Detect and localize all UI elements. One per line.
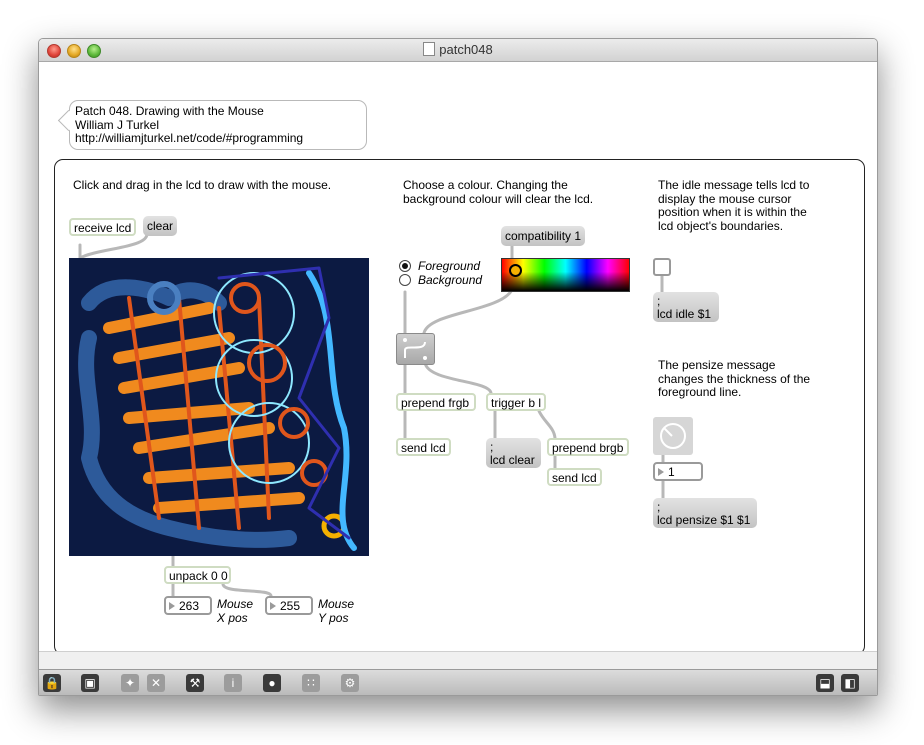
cord-picker-switch	[422, 288, 514, 335]
mouse-x-label: Mouse X pos	[217, 597, 254, 625]
send-lcd-object-1[interactable]: send lcd	[396, 438, 451, 456]
idle-toggle[interactable]	[653, 258, 671, 276]
gear-icon[interactable]: ⚙	[341, 674, 359, 692]
palette-icon[interactable]: ✦	[121, 674, 139, 692]
window-title: patch048	[39, 42, 877, 57]
prepend-brgb-object[interactable]: prepend brgb	[547, 438, 629, 456]
info-icon[interactable]: i	[224, 674, 242, 692]
pensize-number[interactable]: 1	[653, 462, 703, 481]
number-arrow-icon	[270, 602, 276, 610]
stroke-orange	[103, 302, 305, 514]
radio-background[interactable]	[399, 274, 411, 286]
mouse-x-value: 263	[179, 599, 200, 613]
pensize-value: 1	[668, 465, 675, 479]
mouse-x-number[interactable]: 263	[164, 596, 212, 615]
title-bar[interactable]: patch048	[39, 39, 877, 62]
debug-icon[interactable]: ⚒	[186, 674, 204, 692]
picker-cursor[interactable]	[509, 264, 522, 277]
send-lcd-object-2[interactable]: send lcd	[547, 468, 602, 486]
mouse-y-value: 255	[280, 599, 301, 613]
pensize-instruction: The pensize message changes the thicknes…	[658, 358, 811, 399]
lcd-drawing-canvas[interactable]	[69, 258, 369, 556]
lock-icon[interactable]: 🔒	[43, 674, 61, 692]
idle-instruction: The idle message tells lcd to display th…	[658, 178, 810, 233]
lcd-pensize-message[interactable]: ; lcd pensize $1 $1	[653, 498, 757, 528]
unpack-object[interactable]: unpack 0 0	[164, 566, 231, 584]
draw-instruction: Click and drag in the lcd to draw with t…	[73, 178, 332, 192]
lcd-idle-message[interactable]: ; lcd idle $1	[653, 292, 719, 322]
prepend-frgb-object[interactable]: prepend frgb	[396, 393, 476, 411]
compatibility-message[interactable]: compatibility 1	[501, 226, 586, 246]
sidebar-icon[interactable]: ◧	[841, 674, 859, 692]
lcd-drawing	[78, 266, 357, 551]
bottom-panel-icon[interactable]: ⬓	[816, 674, 834, 692]
presentation-icon[interactable]: ▣	[81, 674, 99, 692]
gswitch-object[interactable]	[396, 333, 435, 365]
colour-picker[interactable]	[501, 258, 630, 292]
number-arrow-icon	[658, 468, 664, 476]
mouse-y-number[interactable]: 255	[265, 596, 313, 615]
cord-switch-trigger	[423, 361, 493, 395]
stroke-red-circle-1	[229, 282, 261, 314]
bottom-toolbar: 🔒 ▣ ✦ ✕ ⚒ i ● ∷ ⚙ ⬓ ◧	[39, 669, 877, 695]
radio-background-label: Background	[418, 273, 483, 287]
document-icon	[423, 42, 436, 56]
cord-clear	[78, 232, 149, 260]
canvas-bottom-strip	[39, 651, 877, 669]
stroke-cyan-edge	[306, 270, 357, 551]
mouse-y-label: Mouse Y pos	[318, 597, 355, 625]
colour-instruction: Choose a colour. Changing the background…	[403, 178, 594, 206]
pensize-dial[interactable]	[653, 417, 693, 455]
close-icon[interactable]: ✕	[147, 674, 165, 692]
lcd-clear-message[interactable]: ; lcd clear	[486, 438, 541, 468]
grid-icon[interactable]: ∷	[302, 674, 320, 692]
trigger-object[interactable]: trigger b l	[486, 393, 546, 411]
gswitch-icon	[403, 338, 427, 360]
radio-foreground[interactable]	[399, 260, 411, 272]
connection-icon[interactable]: ●	[263, 674, 281, 692]
window-title-text: patch048	[439, 42, 493, 57]
cord-trigger-brgb	[537, 409, 557, 440]
clear-message[interactable]: clear	[143, 216, 178, 236]
patcher-window: patch048 Patch 048. Drawing with the Mou…	[38, 38, 878, 696]
cord-unpack-y	[221, 582, 273, 598]
receive-lcd-object[interactable]: receive lcd	[69, 218, 136, 236]
number-arrow-icon	[169, 602, 175, 610]
patcher-canvas[interactable]: Patch 048. Drawing with the Mouse Willia…	[39, 62, 877, 655]
radio-foreground-label: Foreground	[418, 259, 481, 273]
